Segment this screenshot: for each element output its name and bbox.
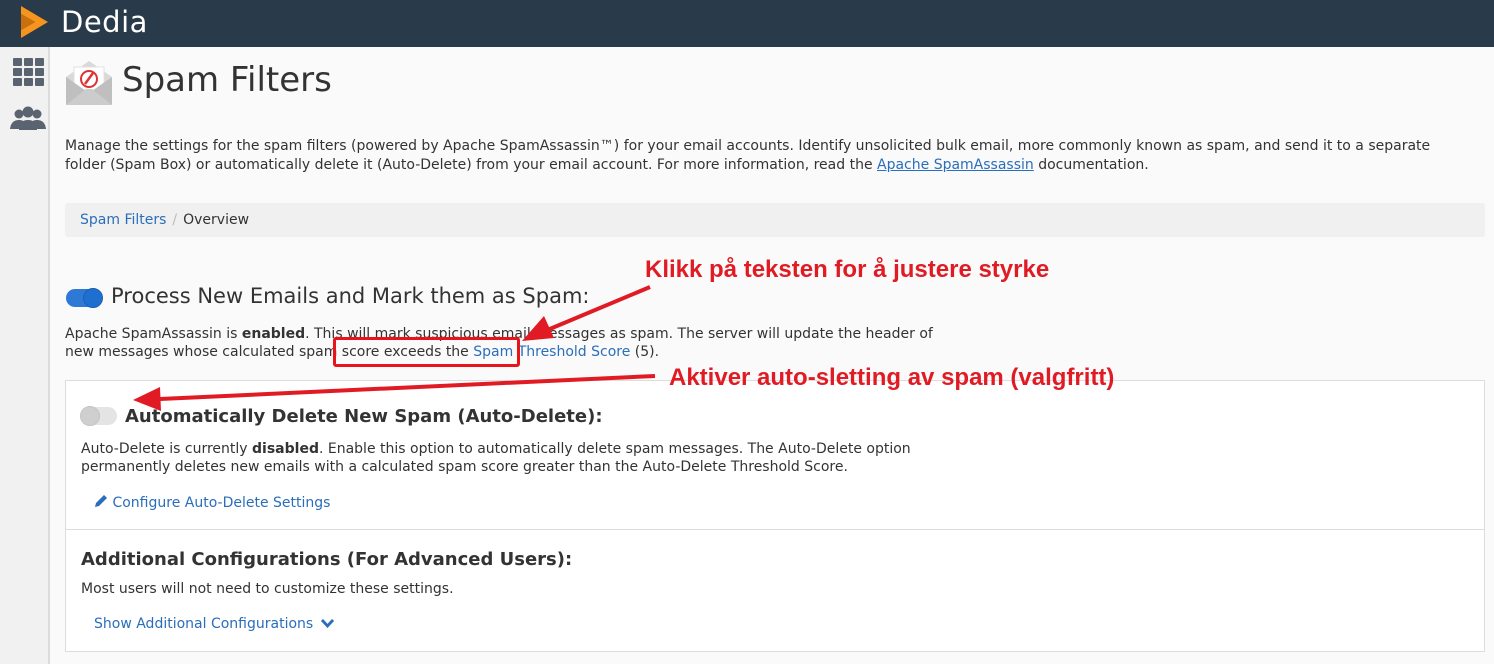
breadcrumb-separator: / [172,212,178,228]
breadcrumb-spam-filters[interactable]: Spam Filters [80,212,166,228]
auto-delete-toggle[interactable] [80,406,117,426]
breadcrumb-current: Overview [183,212,250,228]
threshold-highlight-box [333,337,520,367]
left-sidebar [0,47,50,664]
page-title: Spam Filters [122,60,332,100]
page-intro: Manage the settings for the spam filters… [65,138,1431,173]
apache-spamassassin-link[interactable]: Apache SpamAssassin [877,157,1034,173]
dedia-logo-icon[interactable] [18,4,50,40]
additional-config-desc: Most users will not need to customize th… [81,581,454,597]
top-bar: Dedia [0,0,1494,47]
chevron-down-icon [320,619,334,629]
panel-divider [65,529,1485,530]
brand-name[interactable]: Dedia [61,5,148,39]
pencil-icon [95,495,107,507]
auto-delete-title: Automatically Delete New Spam (Auto-Dele… [125,406,603,427]
auto-delete-desc: Auto-Delete is currently disabled. Enabl… [81,441,911,475]
users-group-icon[interactable] [10,105,46,135]
spam-filter-envelope-icon [66,61,112,105]
annotation-adjust-strength: Klikk på teksten for å justere styrke [645,256,1050,283]
configure-auto-delete-link[interactable]: Configure Auto-Delete Settings [94,494,330,511]
additional-config-title: Additional Configurations (For Advanced … [81,549,573,570]
process-spam-toggle[interactable] [66,288,103,308]
process-section-title: Process New Emails and Mark them as Spam… [111,284,590,308]
breadcrumb: Spam Filters / Overview [65,203,1485,237]
show-additional-config-link[interactable]: Show Additional Configurations [94,616,334,632]
annotation-enable-auto-delete: Aktiver auto-sletting av spam (valgfritt… [669,364,1115,391]
apps-grid-icon[interactable] [10,57,46,87]
